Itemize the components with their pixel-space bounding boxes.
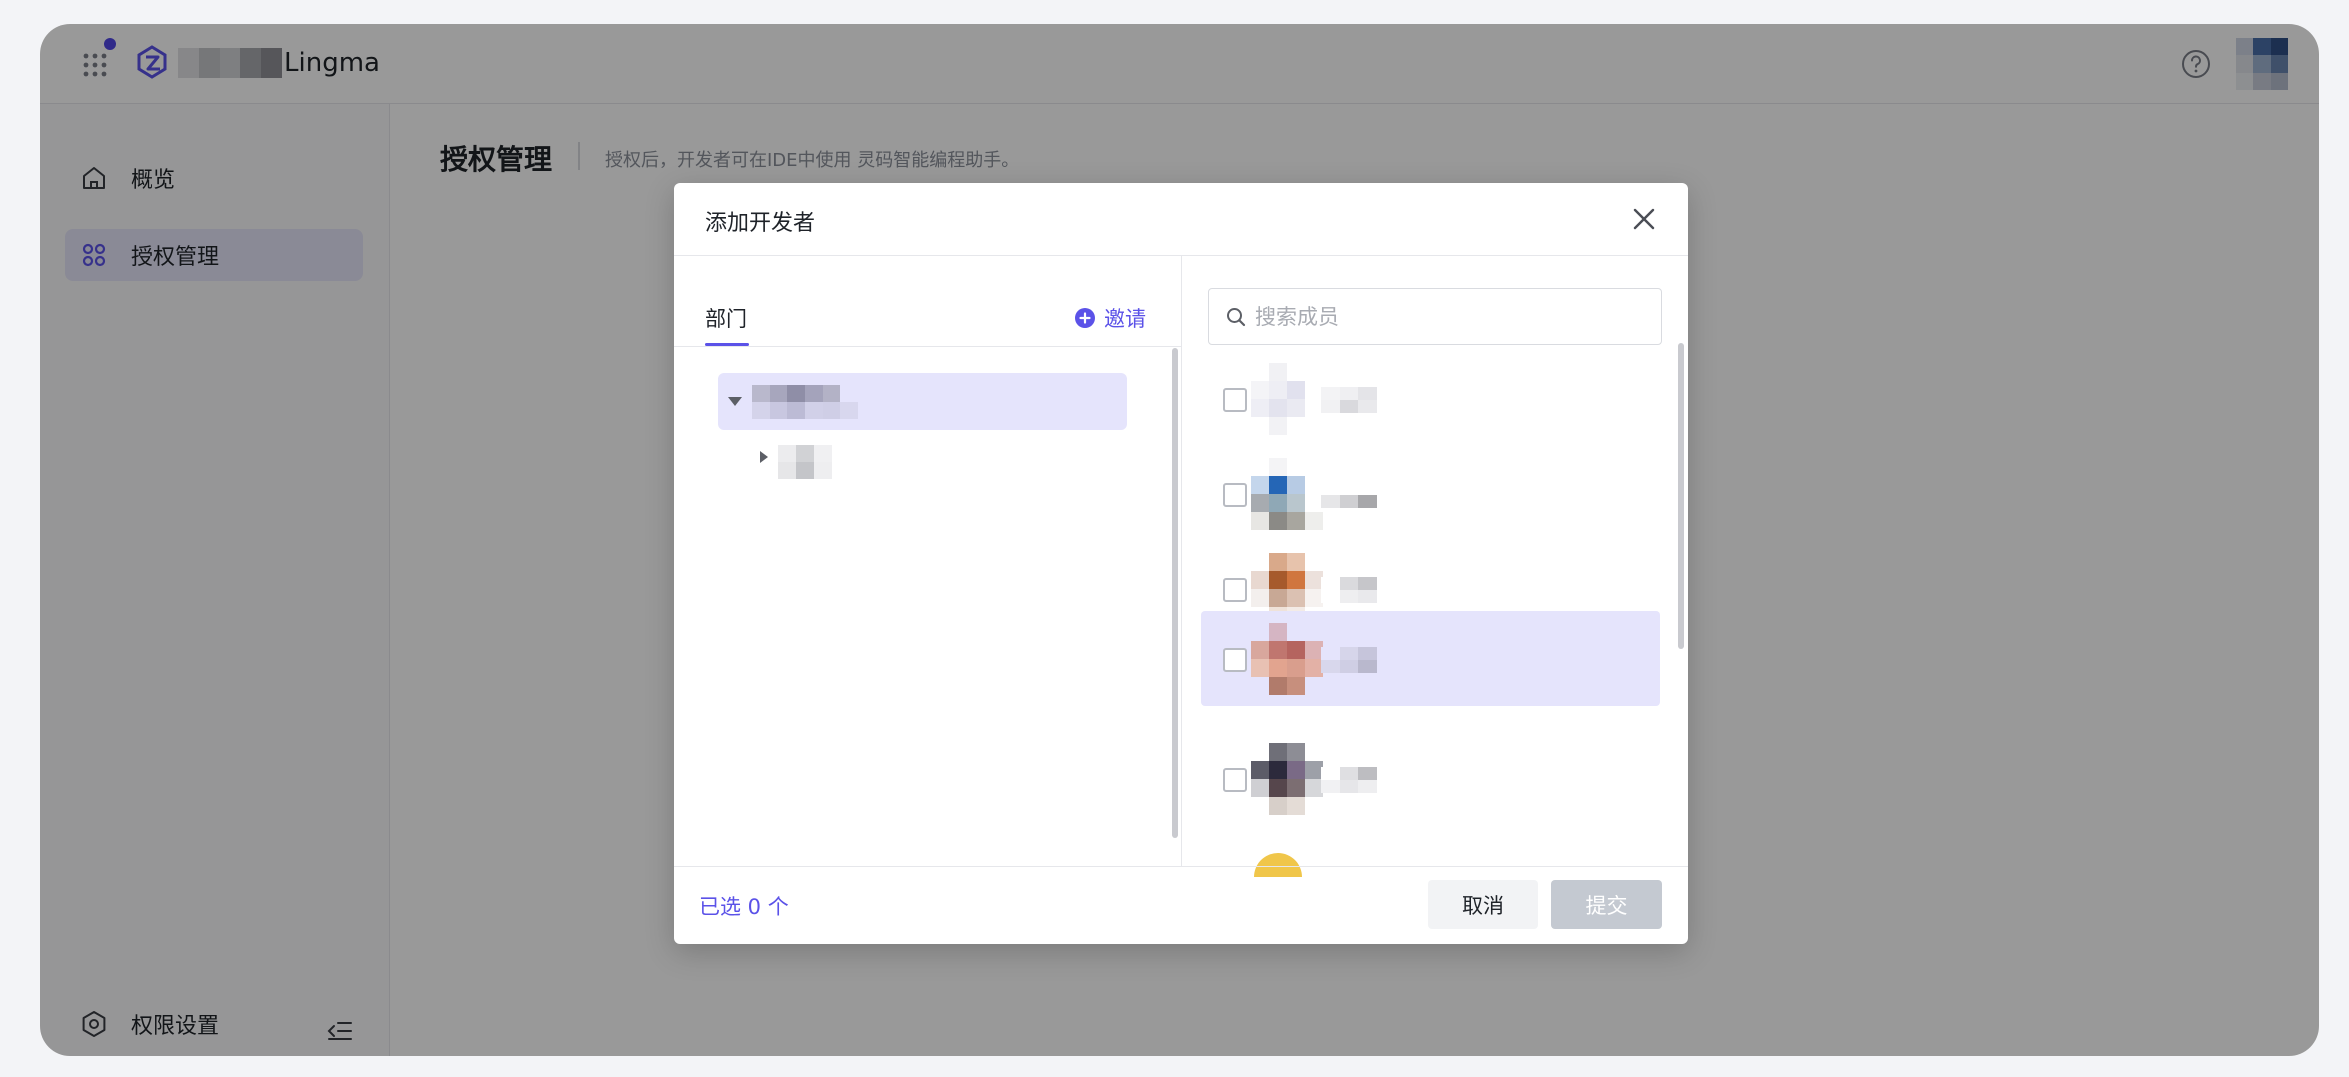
member-avatar-redacted (1251, 363, 1323, 435)
expand-caret-icon[interactable] (728, 397, 742, 406)
invite-button[interactable]: 邀请 (1074, 303, 1146, 333)
member-checkbox[interactable] (1223, 648, 1247, 672)
invite-label: 邀请 (1104, 307, 1146, 331)
member-checkbox[interactable] (1223, 388, 1247, 412)
selected-count[interactable]: 已选 0 个 (699, 891, 789, 921)
member-row[interactable] (1209, 731, 1662, 826)
member-name-redacted (1321, 767, 1377, 793)
cancel-button[interactable]: 取消 (1428, 880, 1538, 929)
dialog-title: 添加开发者 (705, 211, 816, 236)
member-name-redacted (1321, 647, 1377, 673)
member-avatar-redacted (1251, 458, 1323, 530)
department-tree-node-root[interactable] (718, 373, 1127, 430)
add-developer-dialog: 添加开发者 部门 邀请 搜索成员 已选 0 个 取消 提交 (674, 183, 1688, 944)
member-checkbox[interactable] (1223, 768, 1247, 792)
dialog-footer-divider (674, 866, 1688, 867)
submit-button[interactable]: 提交 (1551, 880, 1662, 929)
member-name-redacted (1321, 482, 1377, 508)
close-icon[interactable] (1628, 203, 1660, 235)
search-field[interactable] (1208, 288, 1662, 345)
expand-caret-icon[interactable] (760, 451, 768, 463)
left-scrollbar[interactable] (1172, 348, 1178, 838)
member-row-highlighted[interactable] (1201, 611, 1660, 706)
right-scrollbar[interactable] (1678, 343, 1684, 649)
tab-department[interactable]: 部门 (705, 303, 747, 333)
department-tree-node-child[interactable] (754, 437, 854, 483)
member-checkbox[interactable] (1223, 578, 1247, 602)
member-row[interactable] (1209, 351, 1662, 446)
member-checkbox[interactable] (1223, 483, 1247, 507)
member-name-redacted (1321, 577, 1377, 603)
member-avatar-redacted (1251, 623, 1323, 695)
member-name-redacted (1321, 387, 1377, 413)
search-input[interactable] (1255, 304, 1635, 329)
search-icon (1227, 307, 1246, 326)
member-row[interactable] (1209, 446, 1662, 541)
member-list (1182, 351, 1662, 866)
add-circle-icon (1075, 308, 1095, 328)
member-avatar-redacted (1251, 743, 1323, 815)
tab-divider (674, 346, 1181, 347)
department-name-redacted (752, 385, 858, 419)
department-name-redacted (778, 445, 832, 479)
